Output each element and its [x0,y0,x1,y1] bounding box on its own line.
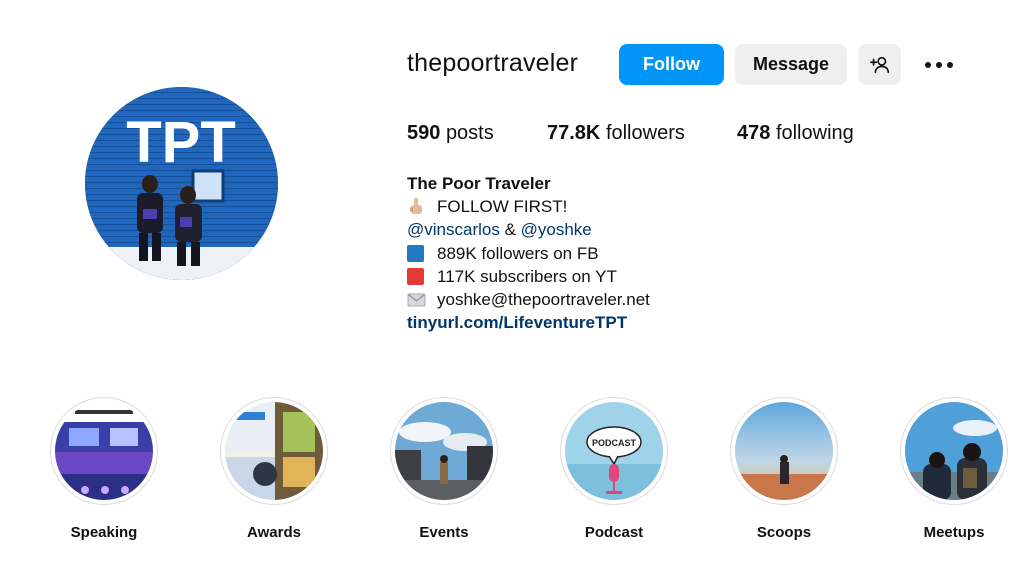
highlight-ring [50,397,158,505]
highlight-cover-podcast: PODCAST [565,402,663,500]
bio-follow-first-text: FOLLOW FIRST! [437,197,568,217]
bio-youtube-text: 117K subscribers on YT [437,266,617,286]
bio-line-facebook: 889K followers on FB [407,242,650,265]
mention-yoshke-link[interactable]: @yoshke [521,218,592,241]
dot [936,62,942,68]
followers-stat[interactable]: 77.8K followers [547,122,685,145]
blue-square-emoji-icon [407,244,424,262]
bio-line-email: yoshke@thepoortraveler.net [407,288,650,311]
bio-facebook-text: 889K followers on FB [437,243,599,263]
highlight-meetups[interactable]: Meetups [899,397,1009,541]
profile-username: thepoortraveler [407,49,579,77]
bio-external-link[interactable]: tinyurl.com/LifeventureTPT [407,311,650,334]
posts-count: 590 [407,122,441,144]
highlight-awards[interactable]: Awards [219,397,329,541]
highlight-label: Scoops [756,524,812,541]
highlight-cover-meetups [905,402,1003,500]
highlight-ring [390,397,498,505]
bio-line-follow-first: FOLLOW FIRST! [407,195,650,218]
bio-email-text: yoshke@thepoortraveler.net [437,289,650,309]
highlight-cover-speaking [55,402,153,500]
highlight-label: Events [419,524,469,541]
red-square-emoji-icon [407,267,424,285]
following-label: following [775,122,854,144]
avatar-image: TPT [85,87,278,280]
highlight-events[interactable]: Events [389,397,499,541]
profile-avatar[interactable]: TPT [85,87,278,280]
suggested-accounts-button[interactable] [858,44,901,85]
follow-button[interactable]: Follow [619,44,724,85]
podcast-badge-text: PODCAST [592,438,637,448]
envelope-emoji-icon [407,293,426,307]
following-count: 478 [737,122,771,144]
highlight-label: Podcast [584,524,644,541]
highlight-label: Awards [247,524,301,541]
highlight-label: Speaking [70,524,138,541]
highlight-ring [730,397,838,505]
highlight-ring [220,397,328,505]
profile-bio: The Poor Traveler FOLLOW FIRST! @vinscar… [407,172,650,334]
more-options-icon[interactable] [921,54,957,76]
followers-label: followers [605,122,685,144]
highlight-speaking[interactable]: Speaking [49,397,159,541]
highlight-scoops[interactable]: Scoops [729,397,839,541]
posts-stat: 590 posts [407,122,494,145]
bio-line-youtube: 117K subscribers on YT [407,265,650,288]
highlight-cover-awards [225,402,323,500]
posts-label: posts [445,122,494,144]
message-button[interactable]: Message [735,44,847,85]
mention-separator: & [499,220,521,240]
dot [925,62,931,68]
mention-vinscarlos-link[interactable]: @vinscarlos [407,218,500,241]
profile-full-name: The Poor Traveler [407,174,551,193]
followers-count: 77.8K [547,122,601,144]
highlight-podcast[interactable]: PODCAST Podcast [559,397,669,541]
avatar-logo-text: TPT [126,110,236,175]
following-stat[interactable]: 478 following [737,122,854,145]
add-person-icon [869,56,889,73]
pointing-up-emoji-icon [410,198,422,215]
bio-line-mentions: @vinscarlos & @yoshke [407,218,650,241]
highlight-cover-scoops [735,402,833,500]
highlight-cover-events [395,402,493,500]
highlight-ring: PODCAST [560,397,668,505]
dot [947,62,953,68]
highlight-ring [900,397,1008,505]
highlight-label: Meetups [923,524,985,541]
